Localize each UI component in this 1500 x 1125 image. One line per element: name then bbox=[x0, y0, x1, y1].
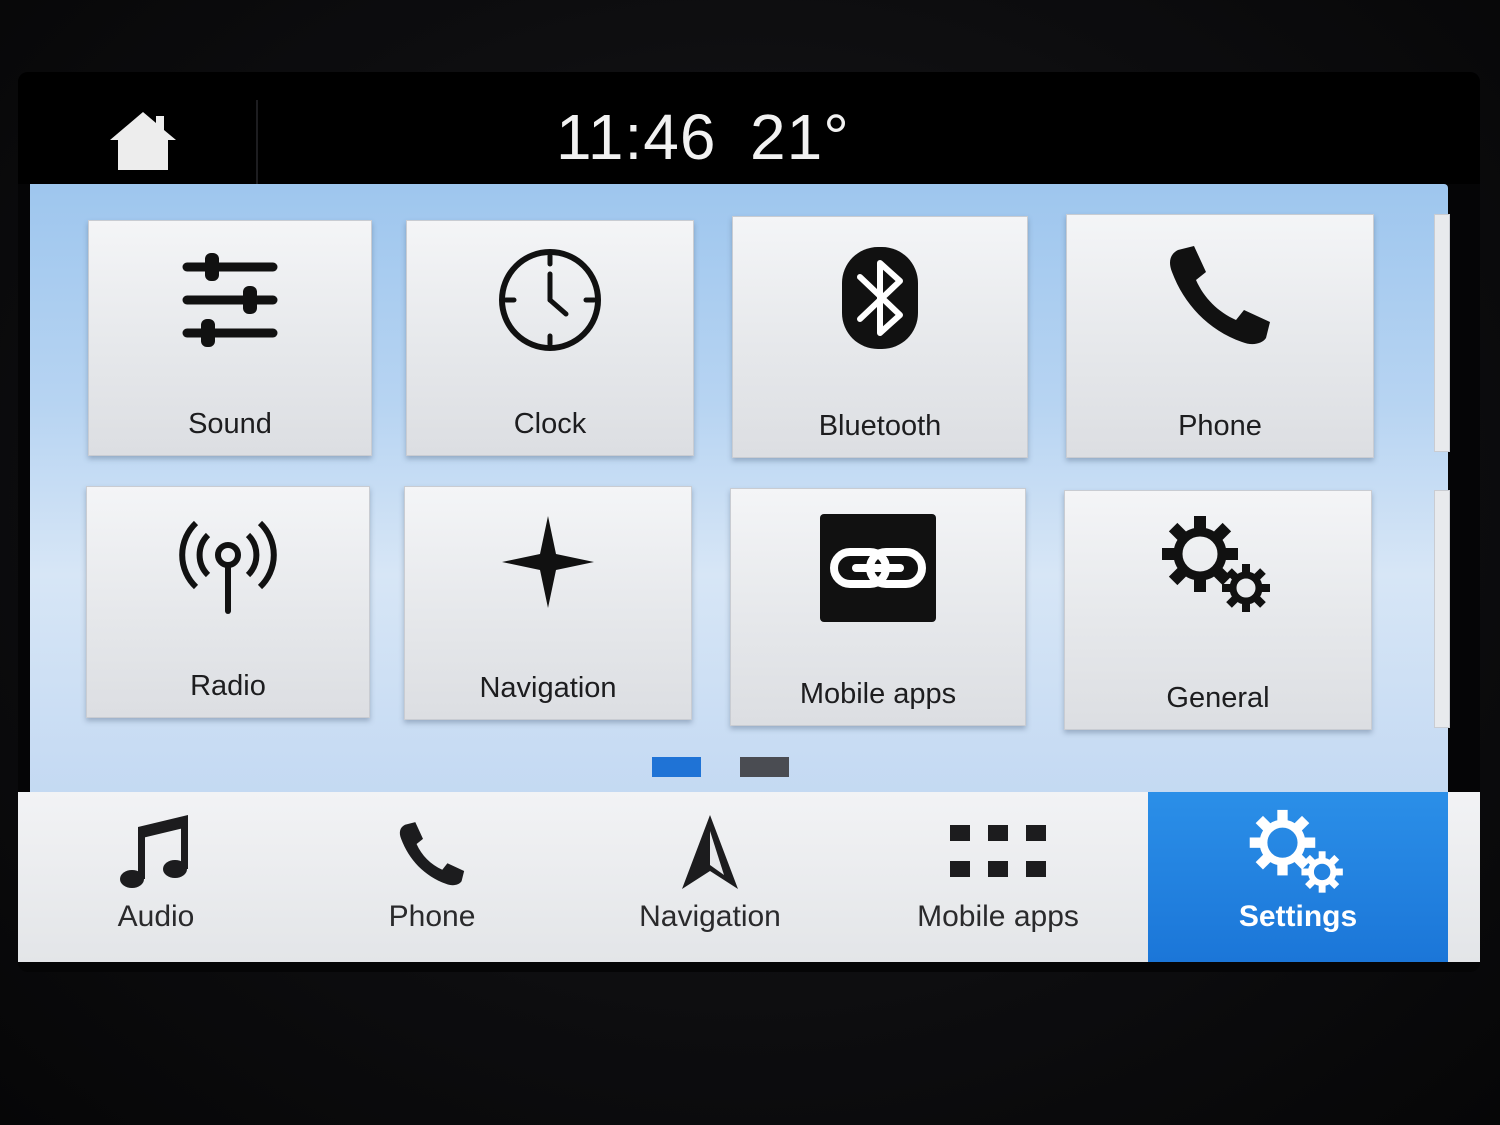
status-divider bbox=[256, 100, 258, 184]
apps-grid-icon bbox=[950, 825, 1046, 877]
next-page-tile-edge bbox=[1434, 490, 1450, 728]
next-page-tile-edge bbox=[1434, 214, 1450, 452]
tile-mobile-apps[interactable]: Mobile apps bbox=[730, 488, 1026, 726]
tile-clock[interactable]: Clock bbox=[406, 220, 694, 456]
tile-phone[interactable]: Phone bbox=[1066, 214, 1374, 458]
nav-audio[interactable]: Audio bbox=[18, 792, 294, 962]
navigation-arrow-icon bbox=[682, 815, 738, 889]
tile-label: Clock bbox=[513, 408, 587, 440]
gears-icon bbox=[1249, 809, 1343, 893]
tile-label: Mobile apps bbox=[799, 678, 957, 710]
bottom-navigation-bar: Audio Phone Navigation Mobile apps Setti… bbox=[18, 792, 1480, 962]
nav-settings[interactable]: Settings bbox=[1148, 792, 1448, 962]
nav-label: Phone bbox=[388, 900, 476, 933]
home-icon bbox=[110, 112, 176, 170]
tile-navigation[interactable]: Navigation bbox=[404, 486, 692, 720]
gears-icon bbox=[1162, 516, 1270, 612]
phone-icon bbox=[399, 822, 465, 886]
nav-phone[interactable]: Phone bbox=[294, 792, 570, 962]
tile-label: Phone bbox=[1178, 410, 1262, 442]
tile-general[interactable]: General bbox=[1064, 490, 1372, 730]
nav-label: Navigation bbox=[639, 900, 781, 933]
navigation-star-icon bbox=[502, 516, 594, 608]
tile-radio[interactable]: Radio bbox=[86, 486, 370, 718]
nav-label: Settings bbox=[1238, 900, 1358, 933]
tile-label: Navigation bbox=[479, 672, 617, 704]
display-bezel: 11:46 21° Sound Clock Bluetooth Phone Ra… bbox=[0, 0, 1500, 1125]
clock-display: 11:46 bbox=[556, 101, 717, 173]
infotainment-screen: 11:46 21° Sound Clock Bluetooth Phone Ra… bbox=[18, 72, 1480, 972]
tile-label: Sound bbox=[188, 408, 272, 440]
home-button[interactable] bbox=[98, 102, 188, 180]
link-icon bbox=[820, 514, 936, 622]
clock-icon bbox=[499, 249, 601, 351]
tile-label: General bbox=[1166, 682, 1270, 714]
phone-icon bbox=[1170, 246, 1270, 345]
tile-label: Bluetooth bbox=[818, 410, 942, 442]
nav-navigation[interactable]: Navigation bbox=[570, 792, 850, 962]
nav-label: Mobile apps bbox=[917, 900, 1079, 933]
bluetooth-icon bbox=[842, 247, 918, 349]
temperature-display: 21° bbox=[750, 101, 850, 173]
radio-icon bbox=[179, 520, 277, 614]
status-bar: 11:46 21° bbox=[18, 72, 1480, 184]
nav-label: Audio bbox=[117, 900, 195, 933]
tile-sound[interactable]: Sound bbox=[88, 220, 372, 456]
page-indicator-1[interactable] bbox=[652, 757, 701, 777]
settings-menu-panel: Sound Clock Bluetooth Phone Radio Naviga… bbox=[30, 184, 1450, 814]
equalizer-icon bbox=[182, 253, 278, 347]
tile-label: Radio bbox=[190, 670, 266, 702]
tile-bluetooth[interactable]: Bluetooth bbox=[732, 216, 1028, 458]
page-indicator-2[interactable] bbox=[740, 757, 789, 777]
nav-mobile-apps[interactable]: Mobile apps bbox=[850, 792, 1146, 962]
music-note-icon bbox=[120, 815, 188, 888]
